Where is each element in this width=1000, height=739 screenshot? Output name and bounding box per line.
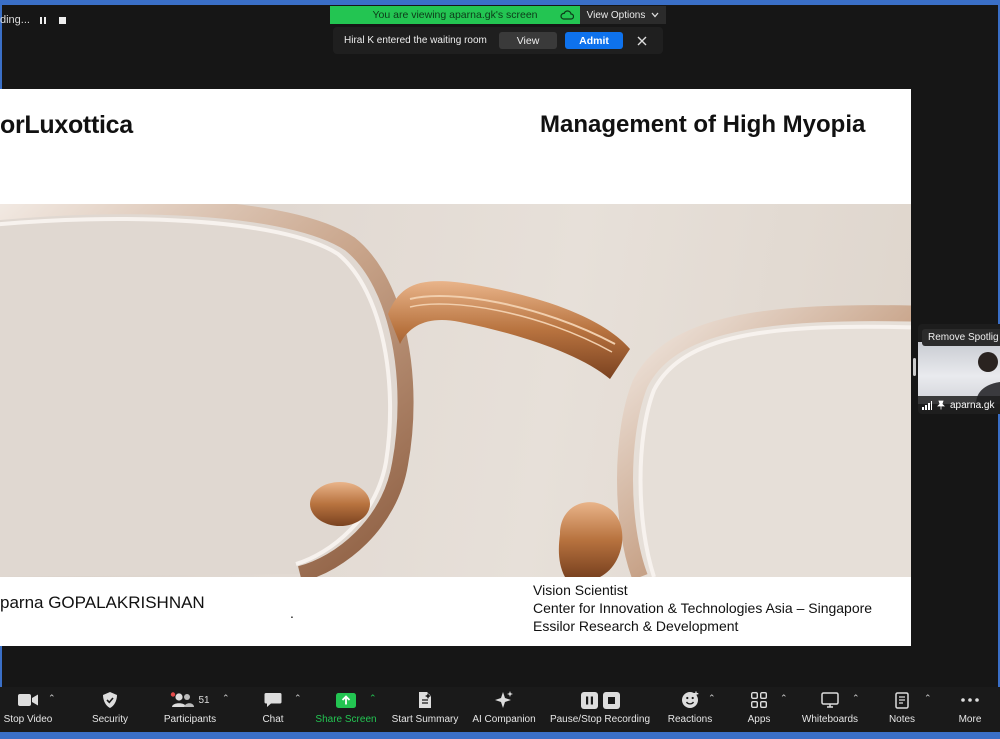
smiley-icon [682, 691, 699, 708]
whiteboards-chevron-up-icon[interactable]: ⌃ [852, 694, 860, 703]
view-waiting-room-button[interactable]: View [499, 32, 557, 49]
apps-chevron-up-icon[interactable]: ⌃ [780, 694, 788, 703]
pause-recording-icon[interactable] [36, 13, 50, 27]
whiteboards-button[interactable]: Whiteboards [800, 687, 860, 732]
apps-label: Apps [747, 714, 771, 725]
participant-video-tile[interactable]: Remove Spotlig aparna.gk [918, 324, 1000, 414]
security-label: Security [91, 714, 129, 725]
role-line-1: Vision Scientist [533, 582, 628, 598]
eyeglasses-photo [0, 204, 911, 577]
stop-icon [602, 691, 620, 709]
ai-companion-button[interactable]: AI Companion [471, 687, 537, 732]
chat-chevron-up-icon[interactable]: ⌃ [294, 694, 302, 703]
pause-stop-recording-label: Pause/Stop Recording [549, 714, 651, 725]
participant-video [918, 342, 1000, 404]
panel-resize-handle[interactable] [913, 358, 916, 376]
spotlight-pin-icon [937, 400, 945, 410]
shared-screen-slide: orLuxottica Management of High Myopia pa… [0, 89, 911, 646]
stop-recording-icon[interactable] [56, 13, 70, 27]
presenter-name: parna GOPALAKRISHNAN [0, 593, 205, 612]
participants-button[interactable]: 51 Participants [160, 687, 220, 732]
role-line-3: Essilor Research & Development [533, 618, 739, 634]
ai-companion-label: AI Companion [472, 714, 536, 725]
window-frame-top [0, 0, 1000, 5]
reactions-chevron-up-icon[interactable]: ⌃ [708, 694, 716, 703]
view-options-label: View Options [586, 9, 646, 21]
share-screen-icon [336, 692, 356, 708]
share-screen-label: Share Screen [315, 714, 377, 725]
chat-label: Chat [262, 714, 284, 725]
cloud-icon [560, 10, 574, 20]
viewing-status: You are viewing aparna.gk's screen [330, 6, 580, 24]
chat-bubble-icon [264, 693, 282, 707]
more-button[interactable]: More [952, 687, 988, 732]
video-options-chevron-up-icon[interactable]: ⌃ [48, 694, 56, 703]
start-summary-label: Start Summary [391, 714, 459, 725]
notes-chevron-up-icon[interactable]: ⌃ [924, 694, 932, 703]
chat-button[interactable]: Chat [256, 687, 290, 732]
apps-button[interactable]: Apps [744, 687, 774, 732]
signal-strength-icon [922, 400, 932, 410]
notes-button[interactable]: Notes [884, 687, 920, 732]
participant-name-bar: aparna.gk [918, 396, 1000, 414]
whiteboard-icon [821, 692, 839, 708]
role-line-2: Center for Innovation & Technologies Asi… [533, 600, 873, 616]
participants-label: Participants [163, 714, 217, 725]
recording-label: ding... [0, 14, 30, 26]
meeting-toolbar: Stop Video ⌃ Security 51 Participants ⌃ … [0, 687, 1000, 732]
waiting-room-message: Hiral K entered the waiting room [344, 35, 487, 46]
pause-icon [580, 691, 598, 709]
pause-stop-recording-button[interactable]: Pause/Stop Recording [548, 687, 652, 732]
security-button[interactable]: Security [86, 687, 134, 732]
slide-dot: . [290, 605, 294, 621]
video-camera-icon [18, 694, 38, 706]
more-label: More [958, 714, 982, 725]
window-frame-bottom [0, 732, 1000, 739]
summary-doc-icon [419, 692, 431, 708]
presenter-role: Vision Scientist Center for Innovation &… [533, 581, 872, 635]
close-icon[interactable] [635, 34, 649, 48]
apps-grid-icon [751, 692, 767, 708]
participants-chevron-up-icon[interactable]: ⌃ [222, 694, 230, 703]
viewing-status-text: You are viewing aparna.gk's screen [372, 9, 538, 21]
shield-icon [103, 692, 117, 708]
notes-icon [895, 691, 909, 709]
notes-label: Notes [888, 714, 916, 725]
share-screen-chevron-up-icon[interactable]: ⌃ [369, 694, 377, 703]
participants-icon [171, 692, 195, 707]
chevron-down-icon [651, 12, 659, 18]
whiteboards-label: Whiteboards [801, 714, 859, 725]
recording-indicator: ding... [0, 12, 70, 28]
participant-name: aparna.gk [950, 399, 995, 411]
participants-count: 51 [198, 694, 210, 706]
stop-video-label: Stop Video [3, 714, 53, 725]
start-summary-button[interactable]: Start Summary [389, 687, 461, 732]
reactions-label: Reactions [667, 714, 713, 725]
slide-title: Management of High Myopia [540, 111, 866, 138]
waiting-room-notification: Hiral K entered the waiting room View Ad… [333, 27, 663, 54]
admit-button[interactable]: Admit [565, 32, 623, 49]
sparkle-icon [495, 691, 513, 708]
reactions-button[interactable]: Reactions [666, 687, 714, 732]
more-dots-icon [961, 698, 979, 702]
screen-share-banner: You are viewing aparna.gk's screen View … [330, 6, 666, 24]
remove-spotlight-button[interactable]: Remove Spotlig [922, 329, 1000, 346]
slide-brand-logo: orLuxottica [0, 111, 133, 139]
view-options-button[interactable]: View Options [580, 6, 666, 24]
